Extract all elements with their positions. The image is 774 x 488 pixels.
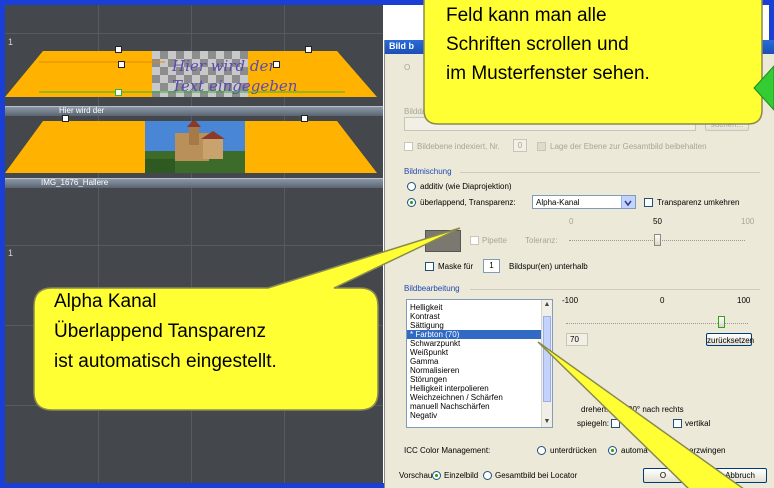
callout-left-line: Überlappend Tansparenz [54,321,266,342]
callout-top-line: Feld kann man alle [446,5,607,26]
callout-top-line: im Musterfenster sehen. [446,63,650,84]
callout-left-line: Alpha Kanal [54,291,157,312]
callout-graphics [33,0,774,488]
callout-top-line: Schriften scrollen und [446,34,629,55]
callout-left-line: ist automatisch eingestellt. [54,351,277,372]
